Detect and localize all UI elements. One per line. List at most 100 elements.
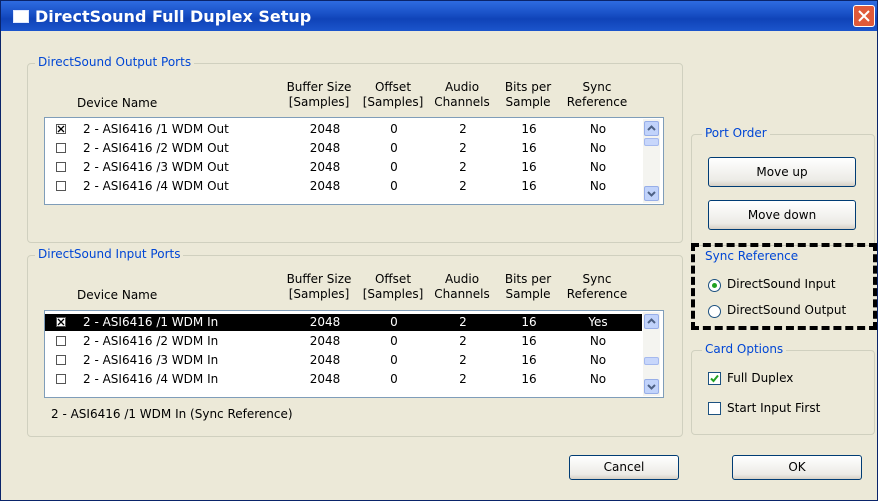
output-header-buffer: Buffer Size [Samples]: [283, 80, 355, 110]
scroll-up-button[interactable]: [644, 314, 659, 329]
output-header-bits: Bits per Sample: [497, 80, 559, 110]
table-row[interactable]: 2 - ASI6416 /3 WDM Out 2048 0 2 16 No: [45, 159, 635, 176]
scroll-down-button[interactable]: [644, 186, 659, 201]
cell-sync: No: [589, 334, 607, 348]
output-ports-list[interactable]: 2 - ASI6416 /1 WDM Out 2048 0 2 16 No 2 - ASI6…: [44, 117, 664, 205]
cell-channels: 2: [459, 372, 467, 386]
input-header-channels-1: Audio: [444, 272, 480, 286]
checkmark-icon: [710, 374, 719, 383]
cell-offset: 0: [390, 372, 398, 386]
input-scrollbar[interactable]: [643, 312, 660, 396]
cell-channels: 2: [459, 353, 467, 367]
cell-buffer: 2048: [309, 372, 341, 386]
row-checkbox[interactable]: [56, 355, 66, 365]
input-header-sync-1: Sync: [582, 272, 612, 286]
app-icon: [13, 10, 29, 23]
scroll-up-button[interactable]: [644, 121, 659, 136]
input-header-device: Device Name: [77, 288, 158, 302]
cell-device: 2 - ASI6416 /3 WDM Out: [83, 160, 229, 174]
cell-bits: 16: [521, 179, 537, 193]
cell-sync: No: [589, 372, 607, 386]
cell-bits: 16: [521, 122, 537, 136]
row-checkbox[interactable]: [56, 143, 66, 153]
chevron-down-icon: [647, 384, 656, 390]
table-row[interactable]: 2 - ASI6416 /4 WDM Out 2048 0 2 16 No: [45, 178, 635, 195]
card-options-group: [691, 350, 875, 435]
close-button[interactable]: [853, 5, 875, 27]
dialog-window: DirectSound Full Duplex Setup DirectSoun…: [0, 0, 878, 501]
input-header-offset-2: [Samples]: [362, 287, 424, 301]
row-checkbox[interactable]: [56, 124, 66, 134]
input-header-channels: Audio Channels: [429, 272, 495, 302]
table-row[interactable]: 2 - ASI6416 /2 WDM Out 2048 0 2 16 No: [45, 140, 635, 157]
row-checkbox[interactable]: [56, 162, 66, 172]
title-bar[interactable]: DirectSound Full Duplex Setup: [1, 1, 877, 31]
cell-offset: 0: [390, 315, 398, 329]
cell-sync: Yes: [588, 315, 608, 329]
full-duplex-checkbox[interactable]: [708, 372, 721, 385]
output-header-offset-2: [Samples]: [362, 95, 424, 109]
cell-device: 2 - ASI6416 /2 WDM In: [83, 334, 219, 348]
output-header-sync-2: Reference: [566, 95, 628, 109]
radio-directsound-input[interactable]: [708, 279, 721, 292]
scroll-thumb[interactable]: [644, 138, 659, 146]
table-row[interactable]: 2 - ASI6416 /1 WDM In 2048 0 2 16 Yes: [45, 314, 642, 331]
cell-bits: 16: [521, 160, 537, 174]
cell-channels: 2: [459, 334, 467, 348]
output-header-device: Device Name: [77, 96, 158, 110]
cell-sync: No: [589, 353, 607, 367]
sync-reference-status: 2 - ASI6416 /1 WDM In (Sync Reference): [51, 407, 293, 421]
input-header-bits: Bits per Sample: [497, 272, 559, 302]
cell-buffer: 2048: [309, 179, 341, 193]
cell-offset: 0: [390, 179, 398, 193]
cell-buffer: 2048: [309, 160, 341, 174]
scroll-thumb[interactable]: [644, 357, 659, 365]
move-down-button[interactable]: Move down: [708, 200, 856, 230]
row-checkbox[interactable]: [56, 317, 66, 327]
row-checkbox[interactable]: [56, 374, 66, 384]
output-header-sync-1: Sync: [582, 80, 612, 94]
card-options-label: Card Options: [702, 342, 787, 356]
input-header-bits-2: Sample: [505, 287, 551, 301]
radio-dot: [712, 283, 717, 288]
table-row[interactable]: 2 - ASI6416 /1 WDM Out 2048 0 2 16 No: [45, 121, 635, 138]
radio-directsound-output-label[interactable]: DirectSound Output: [727, 303, 846, 317]
radio-directsound-input-label[interactable]: DirectSound Input: [727, 277, 836, 291]
table-row[interactable]: 2 - ASI6416 /4 WDM In 2048 0 2 16 No: [45, 371, 635, 388]
table-row[interactable]: 2 - ASI6416 /2 WDM In 2048 0 2 16 No: [45, 333, 635, 350]
cell-bits: 16: [521, 334, 537, 348]
cell-channels: 2: [459, 160, 467, 174]
chevron-down-icon: [647, 191, 656, 197]
cell-sync: No: [589, 179, 607, 193]
row-checkbox[interactable]: [56, 336, 66, 346]
radio-directsound-output[interactable]: [708, 305, 721, 318]
start-input-first-label[interactable]: Start Input First: [727, 401, 820, 415]
start-input-first-checkbox[interactable]: [708, 402, 721, 415]
input-ports-label: DirectSound Input Ports: [35, 247, 184, 261]
cell-sync: No: [589, 141, 607, 155]
scroll-down-button[interactable]: [644, 379, 659, 394]
cell-buffer: 2048: [309, 334, 341, 348]
input-ports-list[interactable]: 2 - ASI6416 /1 WDM In 2048 0 2 16 Yes 2 - ASI6…: [44, 310, 664, 398]
cell-offset: 0: [390, 334, 398, 348]
move-up-button[interactable]: Move up: [708, 157, 856, 187]
x-check-icon: [57, 125, 65, 133]
cell-channels: 2: [459, 141, 467, 155]
row-checkbox[interactable]: [56, 181, 66, 191]
cell-channels: 2: [459, 179, 467, 193]
output-header-bits-1: Bits per: [504, 80, 552, 94]
ok-button[interactable]: OK: [732, 455, 862, 480]
input-header-offset-1: Offset: [374, 272, 412, 286]
output-scrollbar[interactable]: [643, 119, 660, 203]
full-duplex-label[interactable]: Full Duplex: [727, 371, 793, 385]
input-header-bits-1: Bits per: [504, 272, 552, 286]
input-header-offset: Offset [Samples]: [361, 272, 425, 302]
cell-device: 2 - ASI6416 /4 WDM Out: [83, 179, 229, 193]
cancel-button[interactable]: Cancel: [569, 455, 679, 480]
table-row[interactable]: 2 - ASI6416 /3 WDM In 2048 0 2 16 No: [45, 352, 635, 369]
output-header-bits-2: Sample: [505, 95, 551, 109]
output-header-buffer-2: [Samples]: [288, 95, 350, 109]
output-header-channels-2: Channels: [434, 95, 490, 109]
output-header-offset-1: Offset: [374, 80, 412, 94]
cell-buffer: 2048: [309, 353, 341, 367]
